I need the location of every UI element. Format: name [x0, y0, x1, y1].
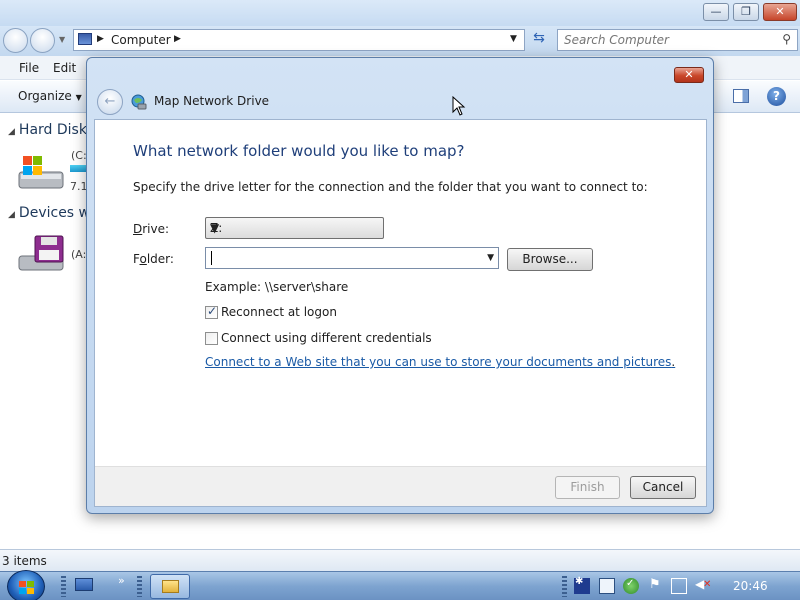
- folder-label-text: lder:: [146, 252, 174, 266]
- organize-label: Organize: [18, 89, 72, 103]
- drive-select[interactable]: Z: ▼: [205, 217, 384, 239]
- preview-pane-icon[interactable]: [733, 89, 749, 103]
- refresh-icon[interactable]: ⇆: [528, 30, 550, 50]
- text-caret: [211, 251, 212, 265]
- security-check-icon[interactable]: ✓: [623, 578, 639, 594]
- chevron-down-icon[interactable]: ▼: [210, 221, 379, 235]
- web-site-link-text[interactable]: Connect to a Web site that you can use t…: [205, 355, 671, 369]
- drive-label-accesskey: D: [133, 222, 143, 236]
- web-site-link-suffix: .: [671, 355, 676, 369]
- minimize-button[interactable]: —: [703, 3, 729, 21]
- drive-label-text: rive:: [142, 222, 170, 236]
- network-drive-icon: [131, 94, 147, 110]
- web-site-link[interactable]: Connect to a Web site that you can use t…: [205, 355, 675, 369]
- collapse-triangle-icon: ◢: [8, 127, 15, 137]
- folder-label: Folder:: [133, 252, 174, 266]
- explorer-titlebar: — ❐ ✕: [0, 0, 800, 26]
- item-count: 3 items: [2, 554, 47, 568]
- chevron-right-icon[interactable]: ▶: [97, 34, 104, 44]
- browse-button[interactable]: Browse...: [507, 248, 593, 271]
- show-desktop-icon[interactable]: [73, 574, 95, 599]
- chevron-right-icon[interactable]: ▶: [174, 34, 181, 44]
- start-button[interactable]: [7, 570, 45, 600]
- group-label: Devices w: [18, 205, 90, 221]
- action-center-flag-icon[interactable]: ⚑: [647, 577, 663, 594]
- menu-file[interactable]: File: [19, 61, 39, 75]
- clock[interactable]: 20:46: [733, 579, 768, 593]
- address-row: ▼ ▶ Computer ▶ ▼ ⇆ ⚲: [0, 26, 800, 56]
- dialog-title: Map Network Drive: [154, 94, 270, 108]
- drive-label: Drive:: [133, 222, 169, 236]
- breadcrumb[interactable]: Computer: [111, 33, 171, 47]
- floppy-drive-icon[interactable]: [17, 234, 65, 274]
- dialog-back-button[interactable]: ←: [97, 89, 123, 115]
- taskbar-grip[interactable]: [61, 576, 66, 597]
- windows-logo-icon: [19, 581, 34, 594]
- network-icon[interactable]: [671, 578, 687, 594]
- drive-c-label[interactable]: (C:: [71, 149, 87, 162]
- map-network-drive-dialog: ✕ ← Map Network Drive What network folde…: [86, 57, 714, 514]
- back-button[interactable]: [3, 28, 28, 53]
- dialog-footer: Finish Cancel: [95, 466, 706, 506]
- folder-label-accesskey: o: [139, 252, 147, 266]
- organize-button[interactable]: Organize ▼: [18, 89, 82, 103]
- finish-button[interactable]: Finish: [555, 476, 620, 499]
- group-hard-disk[interactable]: ◢ Hard Disk: [8, 122, 87, 138]
- credentials-checkbox[interactable]: [205, 332, 218, 345]
- group-devices[interactable]: ◢ Devices w: [8, 205, 90, 221]
- chevron-down-icon[interactable]: ▼: [487, 253, 494, 263]
- status-bar: 3 items: [0, 549, 800, 571]
- notes-icon[interactable]: [599, 578, 615, 594]
- taskbar-explorer-button[interactable]: [150, 574, 190, 599]
- taskbar: » ✱ ✓ ⚑ ◀ ✕ 20:46: [0, 570, 800, 600]
- dialog-description: Specify the drive letter for the connect…: [133, 180, 648, 194]
- credentials-label[interactable]: Connect using different credentials: [221, 331, 432, 345]
- recent-pages-icon[interactable]: ▼: [59, 35, 65, 44]
- folder-icon: [162, 580, 179, 593]
- taskbar-grip[interactable]: [137, 576, 142, 597]
- hard-disk-icon[interactable]: [17, 152, 65, 192]
- chevron-down-icon: ▼: [75, 93, 82, 102]
- folder-input[interactable]: [209, 249, 479, 267]
- search-icon[interactable]: ⚲: [782, 32, 791, 46]
- folder-combobox[interactable]: ▼: [205, 247, 499, 269]
- drive-c-size: 7.1: [70, 180, 88, 193]
- dialog-close-button[interactable]: ✕: [674, 67, 704, 83]
- menu-edit[interactable]: Edit: [53, 61, 76, 75]
- quick-launch-overflow-icon[interactable]: »: [118, 574, 125, 587]
- folder-example: Example: \\server\share: [205, 280, 349, 294]
- maximize-button[interactable]: ❐: [733, 3, 759, 21]
- dialog-heading: What network folder would you like to ma…: [133, 142, 465, 160]
- reconnect-label[interactable]: Reconnect at logon: [221, 305, 337, 319]
- taskbar-grip[interactable]: [562, 576, 567, 597]
- language-flag-icon[interactable]: ✱: [574, 576, 590, 594]
- group-label: Hard Disk: [18, 122, 87, 138]
- mouse-pointer-icon: [452, 96, 466, 116]
- cancel-button[interactable]: Cancel: [630, 476, 696, 499]
- address-dropdown-icon[interactable]: ▼: [510, 34, 517, 44]
- address-bar[interactable]: ▶ Computer ▶ ▼: [73, 29, 525, 51]
- computer-icon: [78, 33, 92, 45]
- dialog-body: What network folder would you like to ma…: [94, 119, 707, 507]
- search-box[interactable]: ⚲: [557, 29, 798, 51]
- forward-button[interactable]: [30, 28, 55, 53]
- reconnect-checkbox[interactable]: [205, 304, 218, 319]
- collapse-triangle-icon: ◢: [8, 210, 15, 220]
- search-input[interactable]: [564, 31, 774, 49]
- help-icon[interactable]: ?: [767, 87, 786, 106]
- volume-muted-icon[interactable]: ◀ ✕: [695, 577, 711, 594]
- drive-a-label[interactable]: (A:: [71, 248, 86, 261]
- close-button[interactable]: ✕: [763, 3, 797, 21]
